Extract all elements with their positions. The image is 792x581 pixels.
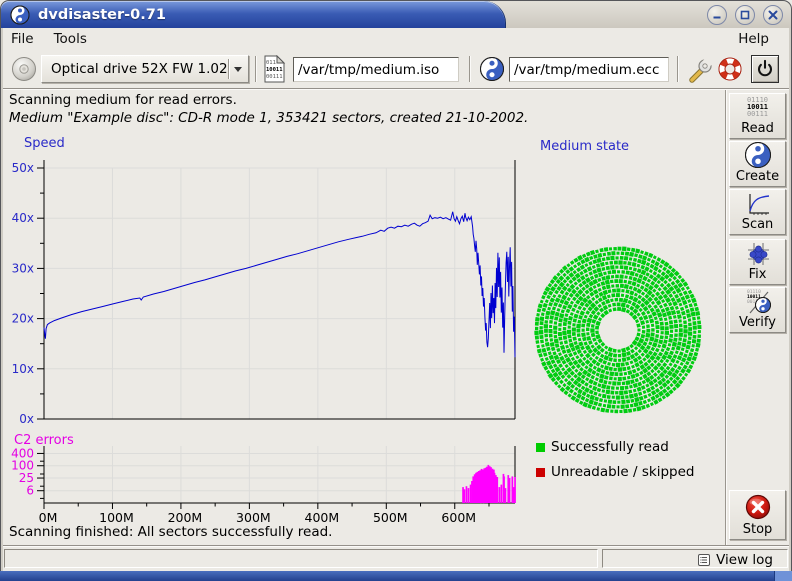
power-button[interactable] — [751, 55, 779, 83]
view-log-button[interactable]: View log — [697, 552, 773, 568]
titlebar[interactable]: dvdisaster-0.71 — [0, 0, 792, 28]
toolbar-separator — [469, 56, 471, 82]
svg-text:300M: 300M — [236, 510, 271, 525]
binary-block-icon: 01110 10011 00111 — [730, 94, 785, 121]
button-label: Create — [736, 169, 779, 184]
speed-chart-title: Speed — [24, 136, 65, 151]
svg-text:6: 6 — [26, 484, 34, 498]
titlebar-tab[interactable]: dvdisaster-0.71 — [1, 1, 506, 29]
read-button[interactable]: 01110 10011 00111 Read — [729, 93, 786, 139]
svg-text:0M: 0M — [39, 510, 58, 525]
svg-text:40x: 40x — [12, 211, 34, 225]
create-button[interactable]: Create — [729, 141, 786, 187]
toolbar-separator — [677, 56, 679, 82]
main-area: Scanning medium for read errors. Medium … — [0, 90, 792, 545]
svg-text:50x: 50x — [12, 161, 34, 175]
button-label: Read — [741, 121, 774, 136]
scan-button[interactable]: Scan — [729, 189, 786, 235]
drive-selector-value: Optical drive 52X FW 1.02 — [42, 61, 228, 77]
statusbar-right-segment: View log — [602, 549, 788, 568]
lifebuoy-logo-icon[interactable] — [716, 55, 744, 83]
button-label: Fix — [749, 267, 767, 282]
red-swatch-icon — [536, 468, 545, 477]
window-title: dvdisaster-0.71 — [38, 7, 166, 23]
svg-text:20x: 20x — [12, 312, 34, 326]
toolbar: Optical drive 52X FW 1.02 011 10011 0011… — [1, 50, 791, 88]
app-window: dvdisaster-0.71 File Tools Help — [0, 0, 792, 581]
binary-yinyang-compare-icon: 01110 10011 00111 — [730, 287, 785, 315]
svg-text:400M: 400M — [305, 510, 340, 525]
statusbar-left-segment — [4, 549, 598, 568]
svg-text:10x: 10x — [12, 362, 34, 376]
svg-text:400: 400 — [11, 446, 34, 460]
svg-text:500M: 500M — [373, 510, 408, 525]
binary-image-file-icon: 011 10011 00111 — [263, 55, 286, 83]
legend-item-success: Successfully read — [536, 439, 669, 455]
svg-text:600M: 600M — [441, 510, 476, 525]
maximize-button[interactable] — [735, 5, 755, 25]
svg-text:0x: 0x — [19, 412, 34, 426]
c2-chart-title: C2 errors — [14, 433, 74, 448]
chevron-down-icon — [229, 67, 248, 72]
window-left-frame — [0, 28, 3, 571]
power-icon — [753, 57, 777, 81]
button-label: Verify — [739, 315, 776, 330]
svg-text:011: 011 — [266, 60, 276, 66]
legend-label: Successfully read — [551, 439, 669, 455]
log-list-icon — [697, 553, 711, 567]
svg-text:100: 100 — [11, 459, 34, 473]
scan-result-text: Scanning finished: All sectors successfu… — [9, 524, 332, 540]
legend-label: Unreadable / skipped — [551, 464, 694, 480]
speed-curve-icon — [730, 190, 785, 217]
toolbar-separator — [255, 56, 257, 82]
optical-drive-icon — [11, 56, 37, 82]
svg-text:10011: 10011 — [266, 67, 283, 73]
fix-button[interactable]: Fix — [729, 239, 786, 285]
menu-tools[interactable]: Tools — [44, 29, 97, 49]
svg-text:200M: 200M — [168, 510, 203, 525]
red-x-circle-icon — [730, 491, 785, 522]
resize-grip[interactable] — [774, 571, 792, 581]
close-icon — [767, 9, 779, 21]
svg-text:30x: 30x — [12, 261, 34, 275]
medium-state-disc — [534, 246, 701, 413]
button-label: Stop — [743, 522, 773, 537]
window-bottom-frame — [0, 571, 792, 581]
drive-selector[interactable]: Optical drive 52X FW 1.02 — [41, 55, 249, 83]
iso-path-input[interactable] — [293, 57, 459, 82]
yinyang-icon — [730, 141, 785, 169]
view-log-label: View log — [716, 552, 773, 568]
minimize-icon — [711, 9, 723, 21]
close-button[interactable] — [763, 5, 783, 25]
green-swatch-icon — [536, 443, 545, 452]
ecc-yinyang-icon — [479, 56, 505, 82]
button-label: Scan — [742, 217, 774, 232]
verify-button[interactable]: 01110 10011 00111 Verify — [729, 287, 786, 333]
maximize-icon — [739, 9, 751, 21]
medium-state-title: Medium state — [540, 139, 629, 154]
menubar: File Tools Help — [1, 28, 791, 50]
statusbar: View log — [0, 545, 792, 571]
sidebar-separator — [725, 90, 727, 545]
app-yinyang-icon — [10, 5, 30, 25]
stop-button[interactable]: Stop — [729, 490, 786, 540]
svg-text:25: 25 — [19, 471, 34, 485]
minimize-button[interactable] — [707, 5, 727, 25]
svg-text:00111: 00111 — [266, 74, 283, 80]
legend-item-unreadable: Unreadable / skipped — [536, 464, 694, 480]
puzzle-piece-icon — [730, 240, 785, 267]
svg-text:100M: 100M — [99, 510, 134, 525]
menu-help[interactable]: Help — [730, 29, 777, 49]
menu-file[interactable]: File — [1, 29, 44, 49]
preferences-wrench-icon[interactable] — [685, 55, 713, 83]
ecc-path-input[interactable] — [509, 57, 669, 82]
